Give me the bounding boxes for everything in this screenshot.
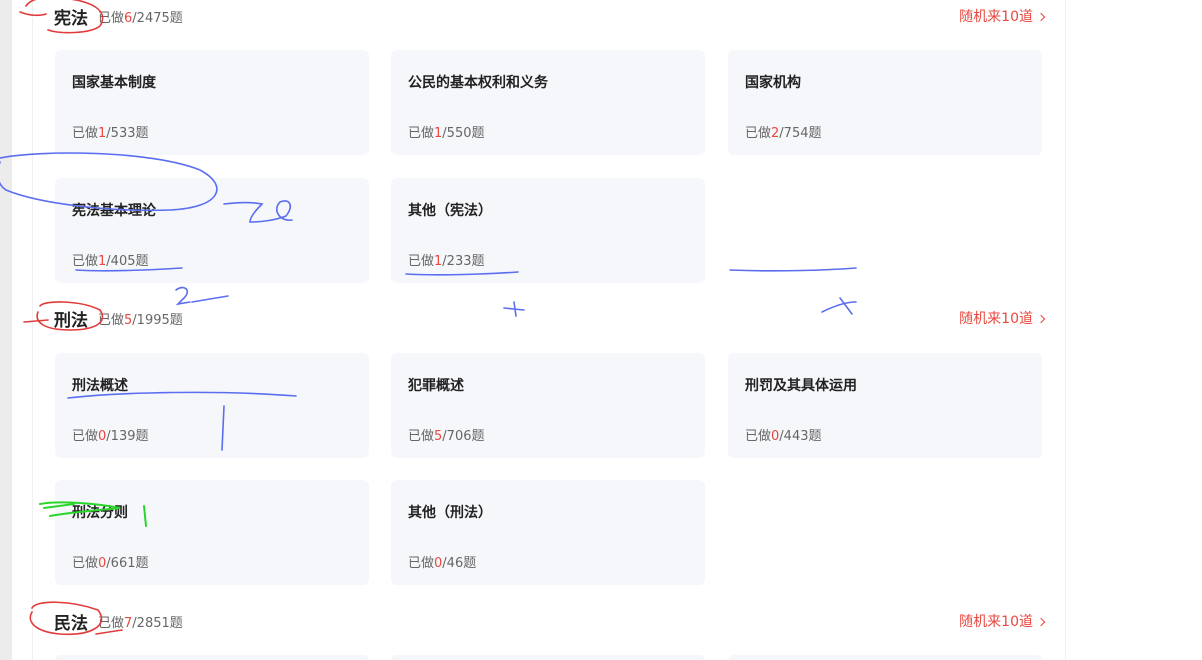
random-10-button[interactable]: 随机来10道 [959, 6, 1046, 26]
card-title: 刑法概述 [72, 378, 128, 394]
section-progress: 已做6/2475题 [98, 10, 183, 26]
card-progress: 已做5/706题 [408, 429, 485, 444]
section-title: 宪法 [54, 8, 88, 29]
random-10-button[interactable]: 随机来10道 [959, 308, 1046, 328]
chevron-right-icon [1036, 617, 1046, 626]
card-civil-partial[interactable] [55, 655, 369, 660]
card-criminal-other[interactable]: 其他（刑法） 已做0/46题 [391, 480, 705, 585]
card-state-organs[interactable]: 国家机构 已做2/754题 [728, 50, 1042, 155]
card-progress: 已做0/443题 [745, 429, 822, 444]
card-title: 其他（刑法） [408, 505, 492, 521]
card-progress: 已做1/533题 [72, 126, 149, 141]
left-rail [0, 0, 12, 660]
card-title: 宪法基本理论 [72, 203, 156, 219]
card-crime-overview[interactable]: 犯罪概述 已做5/706题 [391, 353, 705, 458]
card-criminal-specific[interactable]: 刑法分则 已做0/661题 [55, 480, 369, 585]
card-citizen-rights[interactable]: 公民的基本权利和义务 已做1/550题 [391, 50, 705, 155]
card-title: 国家机构 [745, 75, 801, 91]
chevron-right-icon [1036, 314, 1046, 323]
card-title: 刑法分则 [72, 505, 128, 521]
card-progress: 已做2/754题 [745, 126, 822, 141]
card-progress: 已做0/661题 [72, 556, 149, 571]
card-punishment[interactable]: 刑罚及其具体运用 已做0/443题 [728, 353, 1042, 458]
card-civil-partial[interactable] [391, 655, 705, 660]
chevron-right-icon [1036, 12, 1046, 21]
card-progress: 已做0/139题 [72, 429, 149, 444]
section-header-criminal-law: 刑法 已做5/1995题 随机来10道 [54, 303, 1046, 333]
section-title: 刑法 [54, 310, 88, 331]
card-criminal-overview[interactable]: 刑法概述 已做0/139题 [55, 353, 369, 458]
card-title: 犯罪概述 [408, 378, 464, 394]
section-progress: 已做5/1995题 [98, 312, 183, 328]
section-header-constitution: 宪法 已做6/2475题 随机来10道 [54, 1, 1046, 31]
card-progress: 已做1/550题 [408, 126, 485, 141]
card-basic-system[interactable]: 国家基本制度 已做1/533题 [55, 50, 369, 155]
card-constitution-other[interactable]: 其他（宪法） 已做1/233题 [391, 178, 705, 283]
card-title: 刑罚及其具体运用 [745, 378, 857, 394]
card-progress: 已做1/233题 [408, 254, 485, 269]
card-constitution-theory[interactable]: 宪法基本理论 已做1/405题 [55, 178, 369, 283]
section-title: 民法 [54, 613, 88, 634]
card-progress: 已做0/46题 [408, 556, 477, 571]
section-header-civil-law: 民法 已做7/2851题 随机来10道 [54, 606, 1046, 636]
card-civil-partial[interactable] [728, 655, 1042, 660]
random-10-button[interactable]: 随机来10道 [959, 611, 1046, 631]
card-progress: 已做1/405题 [72, 254, 149, 269]
card-title: 公民的基本权利和义务 [408, 75, 548, 91]
section-progress: 已做7/2851题 [98, 615, 183, 631]
card-title: 其他（宪法） [408, 203, 492, 219]
card-title: 国家基本制度 [72, 75, 156, 91]
